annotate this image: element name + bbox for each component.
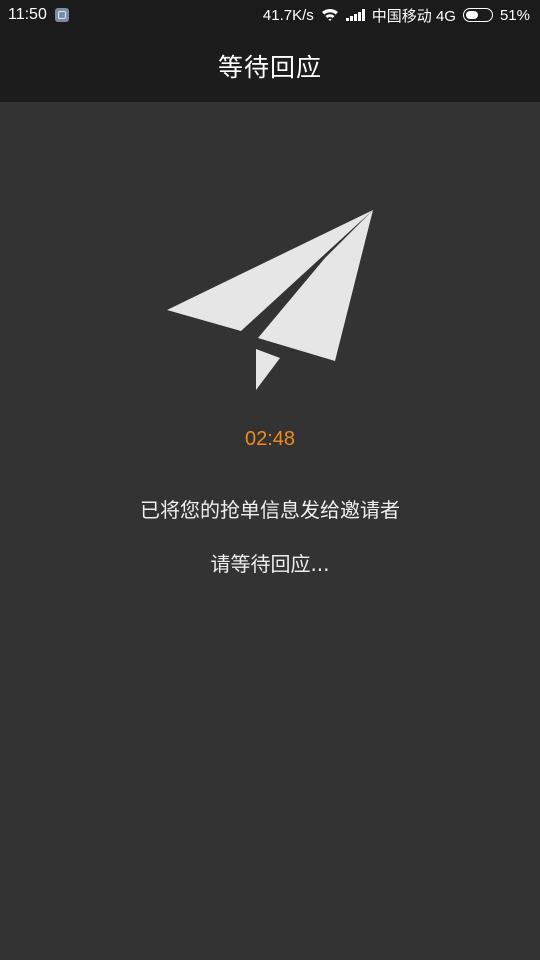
status-left: 11:50 xyxy=(8,0,69,30)
battery-fill xyxy=(465,11,478,19)
paper-plane-icon xyxy=(167,210,373,390)
status-time: 11:50 xyxy=(8,6,47,23)
waiting-content: 02:48 已将您的抢单信息发给邀请者 请等待回应... xyxy=(0,102,540,960)
countdown-timer: 02:48 xyxy=(244,428,296,450)
sent-message: 已将您的抢单信息发给邀请者 xyxy=(140,498,400,522)
page-title: 等待回应 xyxy=(217,53,322,82)
carrier-label: 中国移动 4G xyxy=(371,7,456,25)
signal-icon xyxy=(345,9,365,21)
battery-icon xyxy=(462,8,493,22)
network-speed: 41.7K/s xyxy=(262,6,314,24)
wifi-icon xyxy=(321,8,338,21)
app-notification-icon xyxy=(54,8,69,22)
status-right: 41.7K/s 中国移动 4G 51% xyxy=(263,0,530,30)
title-bar: 等待回应 xyxy=(0,30,540,102)
waiting-message: 请等待回应... xyxy=(210,552,330,576)
status-bar: 11:50 41.7K/s 中国移动 4G 51% xyxy=(0,0,540,30)
battery-percent: 51% xyxy=(499,6,530,24)
